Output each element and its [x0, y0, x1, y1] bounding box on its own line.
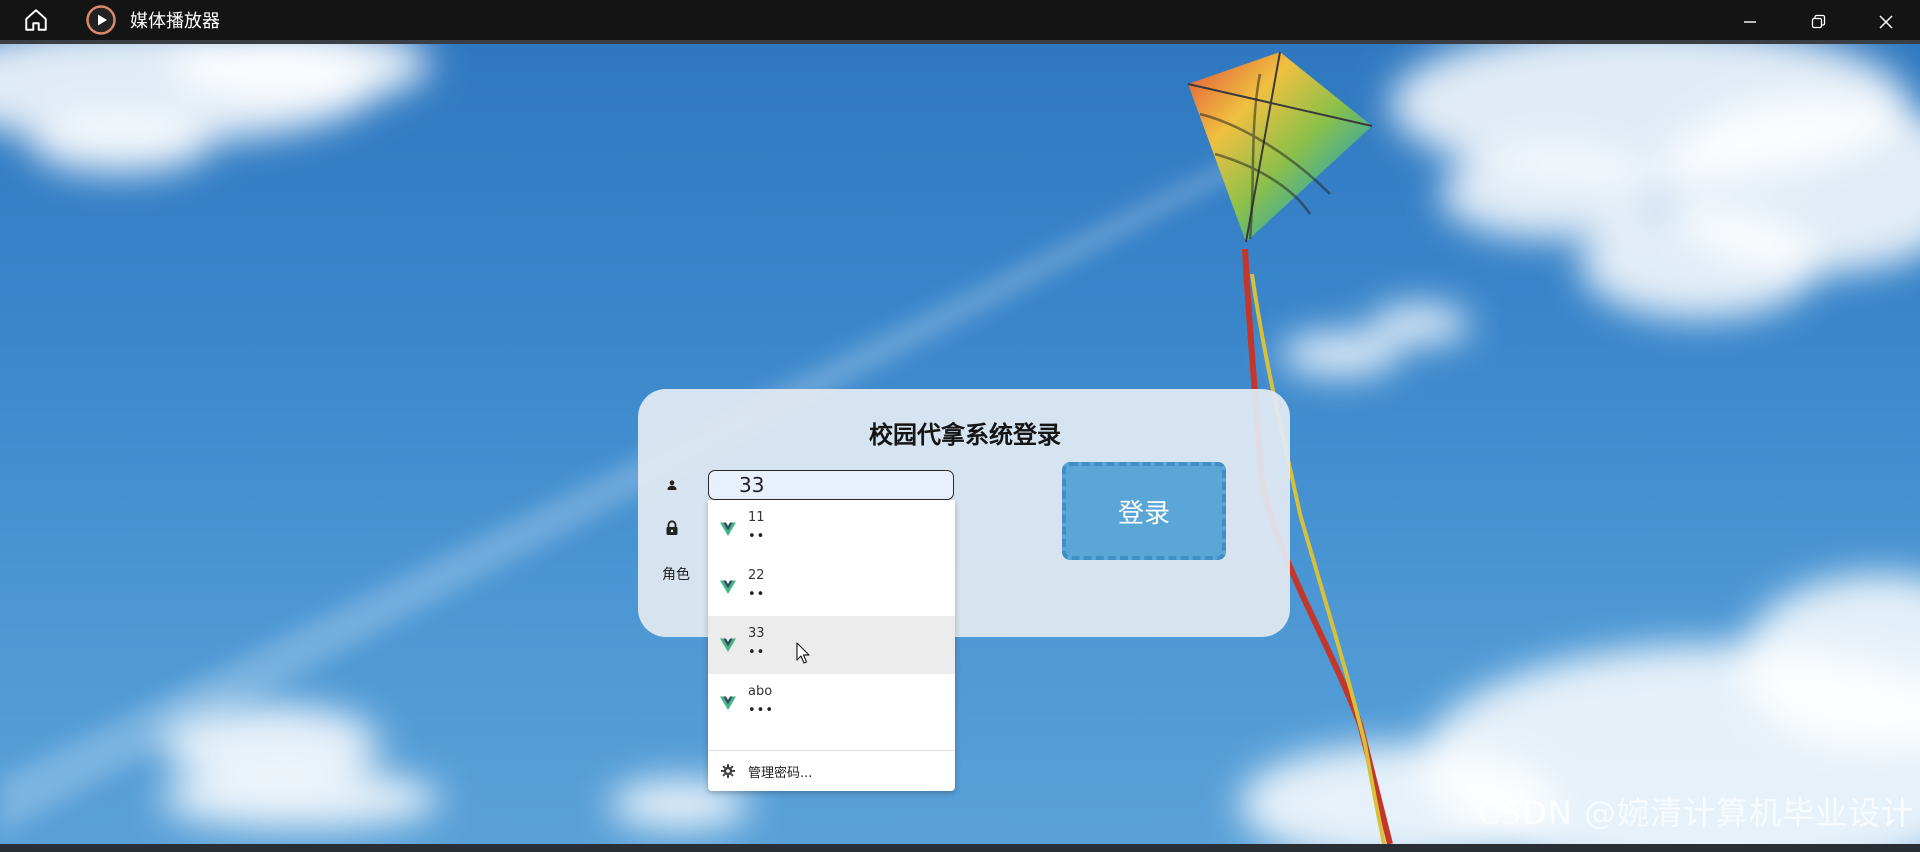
autofill-password-mask: ••: [748, 645, 766, 660]
bottom-strip: [0, 844, 1920, 852]
manage-passwords-item[interactable]: 管理密码...: [708, 751, 955, 791]
vue-logo-icon: [720, 638, 736, 652]
autofill-item-22[interactable]: 22 ••: [708, 558, 955, 616]
title-bar: 媒体播放器: [0, 0, 1920, 44]
autofill-item-11[interactable]: 11 ••: [708, 500, 955, 558]
mouse-cursor-icon: [796, 642, 810, 664]
close-icon[interactable]: [1852, 0, 1920, 44]
autofill-password-mask: ••: [748, 587, 766, 602]
autofill-username: 33: [748, 626, 765, 641]
window-controls: [1716, 0, 1920, 44]
login-button[interactable]: 登录: [1062, 462, 1226, 560]
autofill-password-mask: ••: [748, 529, 766, 544]
vue-logo-icon: [720, 522, 736, 536]
autofill-password-mask: •••: [748, 703, 775, 718]
user-icon: [662, 475, 682, 495]
app-root: 媒体播放器 CSDN @婉清计算机毕业设计 校园代拿系统登录 33 角色 登录 …: [0, 0, 1920, 852]
lock-icon: [662, 518, 682, 538]
login-title: 校园代拿系统登录: [869, 421, 1061, 449]
autofill-item-abo[interactable]: abo •••: [708, 674, 955, 732]
username-input[interactable]: [708, 470, 954, 500]
play-circle-icon: [86, 5, 116, 35]
manage-passwords-label: 管理密码...: [748, 766, 813, 781]
vue-logo-icon: [720, 580, 736, 594]
gear-icon: [721, 764, 735, 778]
restore-icon[interactable]: [1784, 0, 1852, 44]
home-icon[interactable]: [12, 0, 60, 40]
autofill-item-33[interactable]: 33 ••: [708, 616, 955, 674]
autofill-username: abo: [748, 684, 773, 699]
autofill-dropdown: 11 •• 22 •• 33 •• abo ••• 管理密码...: [708, 500, 955, 791]
minimize-icon[interactable]: [1716, 0, 1784, 44]
role-label: 角色: [662, 567, 690, 583]
autofill-username: 11: [748, 510, 765, 525]
window-title: 媒体播放器: [130, 11, 220, 32]
autofill-username: 22: [748, 568, 765, 583]
watermark: CSDN @婉清计算机毕业设计: [1477, 794, 1914, 832]
vue-logo-icon: [720, 696, 736, 710]
